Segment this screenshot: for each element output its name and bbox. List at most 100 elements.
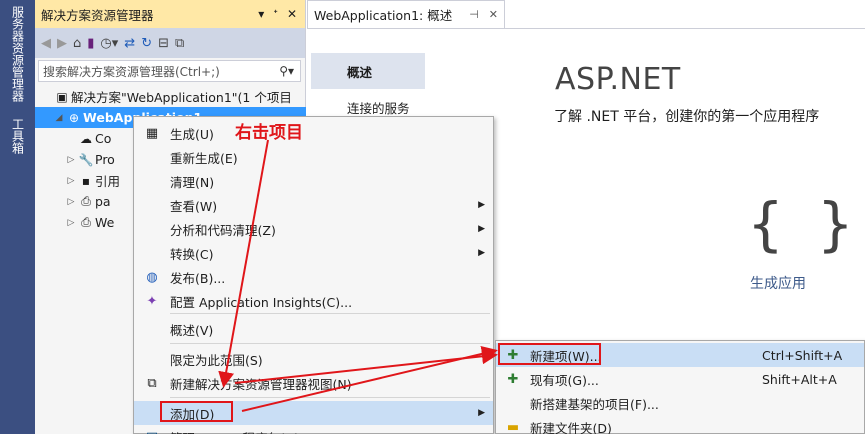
tab-strip-border bbox=[307, 28, 865, 32]
tree-node-label: Co bbox=[95, 131, 112, 146]
refresh-icon[interactable]: ↻ bbox=[141, 36, 152, 51]
insights-icon: ✦ bbox=[146, 293, 158, 309]
overview-nav: 概述 连接的服务 bbox=[311, 53, 425, 125]
menu-item-label: 限定为此范围(S) bbox=[170, 352, 263, 368]
tree-node-label: 解决方案"WebApplication1"(1 个项目 bbox=[71, 90, 292, 105]
context-menu-item[interactable]: ▦ 生成(U) bbox=[134, 121, 493, 145]
collapse-icon[interactable]: ⊟ bbox=[158, 36, 169, 51]
context-menu-item[interactable]: 限定为此范围(S) bbox=[134, 347, 493, 371]
annotation-label: 右击项目 bbox=[235, 123, 303, 143]
build-app-link[interactable]: 生成应用 bbox=[750, 273, 806, 293]
submenu-item-label: 现有项(G)... bbox=[530, 372, 599, 388]
home-icon[interactable]: ⌂ bbox=[73, 36, 81, 51]
add-submenu-item[interactable]: ▬ 新建文件夹(D) bbox=[496, 415, 864, 434]
toolbox-tab[interactable]: 工具箱 bbox=[0, 118, 35, 174]
tree-node[interactable]: ▣ 解决方案"WebApplication1"(1 个项目 bbox=[35, 86, 306, 107]
expander-icon[interactable]: ▷ bbox=[65, 176, 77, 186]
menu-separator bbox=[170, 343, 490, 344]
context-menu-item[interactable]: ◍ 发布(B)... bbox=[134, 265, 493, 289]
tree-node-label: We bbox=[95, 215, 115, 230]
menu-separator bbox=[170, 313, 490, 314]
context-menu-item[interactable]: 重新生成(E) bbox=[134, 145, 493, 169]
solution-explorer-toolbar: ◀ ▶ ⌂ ▮ ◷▾ ⇄ ↻ ⊟ ⧉ bbox=[35, 28, 305, 58]
tree-node-label: 引用 bbox=[95, 174, 121, 189]
submenu-arrow-icon: ▶ bbox=[478, 248, 485, 258]
web-project-icon: ⊕ bbox=[68, 110, 80, 125]
close-tab-icon[interactable]: ✕ bbox=[489, 8, 498, 21]
vs-icon[interactable]: ▮ bbox=[87, 36, 94, 51]
folder-icon: ▬ bbox=[506, 419, 520, 434]
new-view-icon: ⧉ bbox=[147, 375, 157, 391]
project-context-menu: ▦ 生成(U) 重新生成(E) 清理(N) 查看(W) ▶ 分析和代码清理(Z) ▶ 转换(C)… bbox=[133, 116, 494, 434]
side-tool-rail: 服务器资源管理器 工具箱 bbox=[0, 0, 35, 434]
config-file-icon: ⎙ bbox=[81, 194, 91, 208]
solution-search-input[interactable]: 搜索解决方案资源管理器(Ctrl+;) ⚲▾ bbox=[38, 60, 301, 82]
dropdown-icon[interactable]: ▾ bbox=[258, 7, 264, 21]
tab-title: WebApplication1: 概述 bbox=[314, 8, 453, 23]
submenu-arrow-icon: ▶ bbox=[478, 408, 485, 418]
copy-icon[interactable]: ⧉ bbox=[175, 36, 184, 51]
history-icon[interactable]: ◷▾ bbox=[100, 36, 118, 51]
pin-tab-icon[interactable]: ⊣ bbox=[469, 8, 479, 21]
submenu-item-label: 新建文件夹(D) bbox=[530, 420, 612, 434]
menu-item-label: 查看(W) bbox=[170, 198, 218, 214]
menu-item-label: 配置 Application Insights(C)... bbox=[170, 294, 353, 310]
expander-icon[interactable]: ▷ bbox=[65, 155, 77, 165]
nuget-icon: ▣ bbox=[134, 430, 170, 434]
expander-icon[interactable]: ▷ bbox=[65, 197, 77, 207]
menu-item-label: 发布(B)... bbox=[170, 270, 226, 286]
submenu-arrow-icon: ▶ bbox=[478, 224, 485, 234]
page-subheading: 了解 .NET 平台，创建你的第一个应用程序 bbox=[554, 109, 820, 125]
add-highlight-box bbox=[160, 401, 233, 422]
solution-explorer-titlebar: 解决方案资源管理器 ▾ ᐩ ✕ bbox=[35, 0, 305, 28]
context-menu-item[interactable]: 转换(C) ▶ bbox=[134, 241, 493, 265]
submenu-item-label: 新搭建基架的项目(F)... bbox=[530, 396, 659, 412]
tree-node-label: pa bbox=[95, 194, 111, 209]
context-menu-item[interactable]: ▣管理 NuGet 程序包(N)... bbox=[134, 425, 493, 434]
references-icon: ▪ bbox=[81, 173, 91, 188]
shortcut-label: Shift+Alt+A bbox=[762, 371, 837, 387]
solution-explorer-title: 解决方案资源管理器 bbox=[41, 7, 154, 23]
wrench-icon: 🔧 bbox=[78, 152, 94, 167]
context-menu-item[interactable]: ⧉ 新建解决方案资源管理器视图(N) bbox=[134, 371, 493, 395]
existing-item-icon: ✚ bbox=[507, 371, 519, 387]
menu-item-label: 概述(V) bbox=[170, 322, 214, 338]
search-icon[interactable]: ⚲▾ bbox=[279, 64, 294, 78]
menu-item-label: 分析和代码清理(Z) bbox=[170, 222, 276, 238]
menu-item-label: 清理(N) bbox=[170, 174, 215, 190]
nav-overview[interactable]: 概述 bbox=[311, 53, 425, 89]
menu-item-label: 重新生成(E) bbox=[170, 150, 238, 166]
globe-icon: ◍ bbox=[146, 269, 158, 285]
menu-item-label: 生成(U) bbox=[170, 126, 214, 142]
context-menu-item[interactable]: 概述(V) bbox=[134, 317, 493, 341]
code-brace-icon: { } bbox=[748, 190, 853, 258]
shortcut-label: Ctrl+Shift+A bbox=[762, 347, 843, 363]
new-item-highlight-box bbox=[498, 343, 601, 365]
connected-services-icon: ☁ bbox=[80, 131, 92, 146]
menu-item-label: 转换(C) bbox=[170, 246, 214, 262]
add-submenu-item[interactable]: ✚ 现有项(G)... Shift+Alt+A bbox=[496, 367, 864, 391]
submenu-arrow-icon: ▶ bbox=[478, 200, 485, 210]
tab-webapplication-overview[interactable]: WebApplication1: 概述 ⊣ ✕ bbox=[307, 0, 505, 28]
tree-node-label: Pro bbox=[95, 152, 115, 167]
context-menu-item[interactable]: ✦ 配置 Application Insights(C)... bbox=[134, 289, 493, 313]
context-menu-item[interactable]: 分析和代码清理(Z) ▶ bbox=[134, 217, 493, 241]
server-explorer-tab[interactable]: 服务器资源管理器 bbox=[0, 6, 35, 110]
menu-item-label: 管理 NuGet 程序包(N)... bbox=[170, 428, 311, 434]
expander-icon[interactable]: ◢ bbox=[53, 113, 65, 123]
menu-item-label: 新建解决方案资源管理器视图(N) bbox=[170, 376, 352, 392]
context-menu-item[interactable]: 清理(N) bbox=[134, 169, 493, 193]
menu-separator bbox=[170, 397, 490, 398]
pin-icon[interactable]: ᐩ bbox=[273, 7, 278, 21]
close-icon[interactable]: ✕ bbox=[287, 7, 297, 21]
page-heading: ASP.NET bbox=[555, 62, 681, 97]
sync-icon[interactable]: ⇄ bbox=[124, 36, 135, 51]
expander-icon[interactable]: ▷ bbox=[65, 218, 77, 228]
config-file-icon: ⎙ bbox=[81, 215, 91, 229]
back-icon[interactable]: ◀ bbox=[41, 36, 51, 51]
forward-icon[interactable]: ▶ bbox=[57, 36, 67, 51]
add-submenu-item[interactable]: 新搭建基架的项目(F)... bbox=[496, 391, 864, 415]
solution-icon: ▣ bbox=[56, 89, 68, 104]
context-menu-item[interactable]: 查看(W) ▶ bbox=[134, 193, 493, 217]
build-icon: ▦ bbox=[145, 125, 159, 141]
